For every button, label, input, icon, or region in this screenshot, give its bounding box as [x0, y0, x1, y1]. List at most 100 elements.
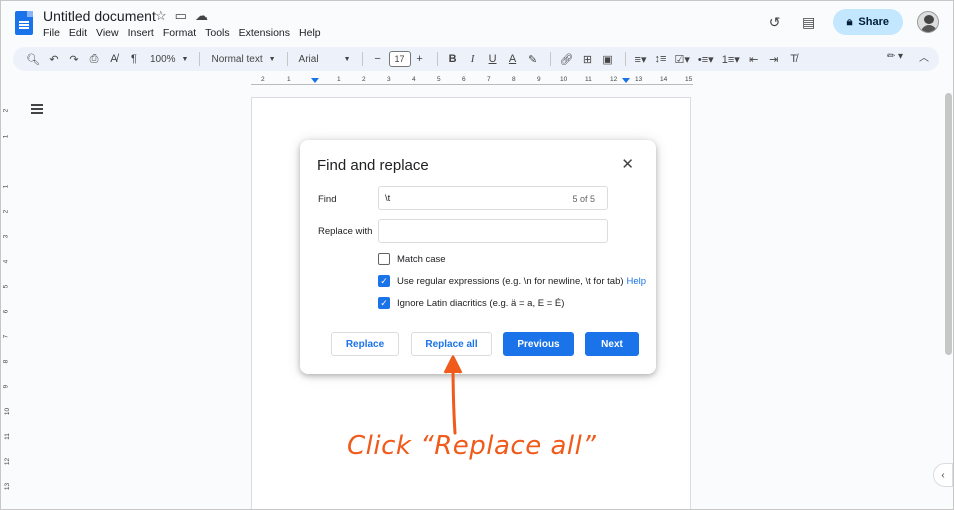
docs-logo-icon[interactable]	[15, 11, 33, 35]
regex-label: Use regular expressions (e.g. \n for new…	[397, 275, 624, 287]
increase-font-size-icon[interactable]: +	[411, 49, 429, 69]
style-dropdown[interactable]: Normal text ▼	[206, 54, 280, 65]
close-icon[interactable]: ✕	[621, 155, 634, 173]
ruler-label: 13	[635, 76, 643, 83]
vertical-scrollbar[interactable]	[945, 93, 952, 355]
bulleted-list-icon[interactable]: •≡▾	[695, 49, 717, 69]
match-case-label: Match case	[397, 253, 446, 265]
menu-help[interactable]: Help	[299, 27, 321, 39]
diacritics-checkbox[interactable]: ✓	[378, 297, 390, 309]
dialog-title: Find and replace	[317, 157, 429, 174]
document-title[interactable]: Untitled document	[43, 8, 156, 24]
increase-indent-icon[interactable]: ⇥	[765, 49, 783, 69]
editing-mode-icon[interactable]: ✏︎ ▾	[887, 51, 903, 62]
previous-button[interactable]: Previous	[503, 332, 574, 356]
ruler-label: 2	[2, 108, 10, 113]
next-button[interactable]: Next	[585, 332, 639, 356]
ruler-label: 6	[2, 309, 10, 314]
find-value: \t	[385, 193, 391, 204]
app-window: Untitled document ☆ ▭ ☁ File Edit View I…	[0, 0, 954, 510]
share-button[interactable]: 🔒︎ Share	[832, 9, 903, 35]
chevron-left-icon: ‹	[941, 469, 945, 481]
star-icon[interactable]: ☆	[155, 8, 167, 24]
insert-image-icon[interactable]: ▣	[599, 49, 617, 69]
clear-formatting-icon[interactable]: T̸	[785, 49, 803, 69]
chevron-down-icon: ▼	[268, 55, 276, 63]
menu-format[interactable]: Format	[163, 27, 196, 39]
annotation-text: Click “Replace all”	[347, 431, 597, 461]
history-icon[interactable]: ↺	[765, 12, 785, 32]
diacritics-label: Ignore Latin diacritics (e.g. ä = a, E =…	[397, 297, 565, 309]
underline-button[interactable]: U	[484, 49, 502, 69]
replace-label: Replace with	[318, 226, 373, 237]
spellcheck-icon[interactable]: A̸	[105, 49, 123, 69]
match-case-option[interactable]: Match case	[378, 253, 446, 265]
divider	[436, 52, 438, 66]
horizontal-ruler[interactable]: 2 1 1 2 3 4 5 6 7 8 9 10 11 12 13 14 15	[251, 75, 693, 87]
annotation-arrow	[443, 355, 463, 435]
cloud-status-icon[interactable]: ☁	[195, 8, 208, 24]
add-comment-icon[interactable]: ⊞	[579, 49, 597, 69]
ruler-label: 2	[362, 76, 366, 83]
menu-edit[interactable]: Edit	[69, 27, 87, 39]
right-indent-marker[interactable]	[622, 78, 630, 83]
help-link[interactable]: Help	[627, 276, 647, 287]
ruler-label: 12	[610, 76, 618, 83]
redo-icon[interactable]: ↷	[65, 49, 83, 69]
line-spacing-icon[interactable]: ↕≡	[652, 49, 670, 69]
print-icon[interactable]: ⎙	[85, 49, 103, 69]
find-input[interactable]: \t 5 of 5	[378, 186, 608, 210]
link-icon[interactable]: 🔗︎	[557, 49, 577, 69]
align-icon[interactable]: ≡▾	[632, 49, 650, 69]
side-panel-toggle[interactable]: ‹	[933, 463, 953, 487]
ruler-label: 1	[287, 76, 291, 83]
menu-insert[interactable]: Insert	[128, 27, 154, 39]
find-replace-dialog: Find and replace ✕ Find \t 5 of 5 Replac…	[300, 140, 656, 374]
vertical-ruler[interactable]: 2 1 1 2 3 4 5 6 7 8 9 10 11 12 13	[2, 97, 13, 509]
paint-format-icon[interactable]: ¶	[125, 49, 143, 69]
ruler-label: 10	[560, 76, 568, 83]
ruler-label: 7	[487, 76, 491, 83]
font-size-input[interactable]: 17	[388, 51, 411, 67]
left-indent-marker[interactable]	[311, 78, 319, 83]
comments-icon[interactable]: ▤	[799, 12, 819, 32]
replace-input[interactable]	[378, 219, 608, 243]
bold-button[interactable]: B	[444, 49, 462, 69]
zoom-dropdown[interactable]: 100% ▼	[145, 54, 194, 65]
font-dropdown[interactable]: Arial ▼	[294, 54, 356, 65]
move-folder-icon[interactable]: ▭	[175, 8, 187, 24]
replace-button[interactable]: Replace	[331, 332, 399, 356]
hide-menus-icon[interactable]: ︿	[919, 49, 929, 64]
decrease-font-size-icon[interactable]: −	[369, 49, 387, 69]
ruler-label: 8	[2, 359, 10, 364]
ruler-label: 13	[4, 482, 12, 491]
checklist-icon[interactable]: ☑▾	[672, 49, 693, 69]
ruler-label: 3	[387, 76, 391, 83]
undo-icon[interactable]: ↶	[45, 49, 63, 69]
menu-tools[interactable]: Tools	[205, 27, 230, 39]
style-value: Normal text	[211, 53, 263, 65]
search-icon[interactable]: 🔍︎	[23, 49, 43, 69]
divider	[361, 52, 363, 66]
document-outline-icon[interactable]	[31, 104, 43, 114]
header-actions: ↺ ▤ 🔒︎ Share	[765, 9, 939, 35]
ruler-label: 1	[2, 134, 10, 139]
highlight-icon[interactable]: ✎	[524, 49, 542, 69]
italic-button[interactable]: I	[464, 49, 482, 69]
menu-extensions[interactable]: Extensions	[239, 27, 290, 39]
menu-file[interactable]: File	[43, 27, 60, 39]
toolbar: 🔍︎ ↶ ↷ ⎙ A̸ ¶ 100% ▼ Normal text ▼ Arial ▼ …	[13, 47, 939, 71]
menu-view[interactable]: View	[96, 27, 119, 39]
ruler-label: 15	[685, 76, 693, 83]
diacritics-option[interactable]: ✓ Ignore Latin diacritics (e.g. ä = a, E…	[378, 297, 564, 309]
ruler-label: 3	[2, 234, 10, 239]
decrease-indent-icon[interactable]: ⇤	[745, 49, 763, 69]
divider	[624, 52, 626, 66]
text-color-button[interactable]: A	[504, 49, 522, 69]
numbered-list-icon[interactable]: 1≡▾	[719, 49, 743, 69]
match-case-checkbox[interactable]	[378, 253, 390, 265]
regex-checkbox[interactable]: ✓	[378, 275, 390, 287]
avatar[interactable]	[917, 11, 939, 33]
ruler-label: 4	[412, 76, 416, 83]
regex-option[interactable]: ✓ Use regular expressions (e.g. \n for n…	[378, 275, 646, 287]
